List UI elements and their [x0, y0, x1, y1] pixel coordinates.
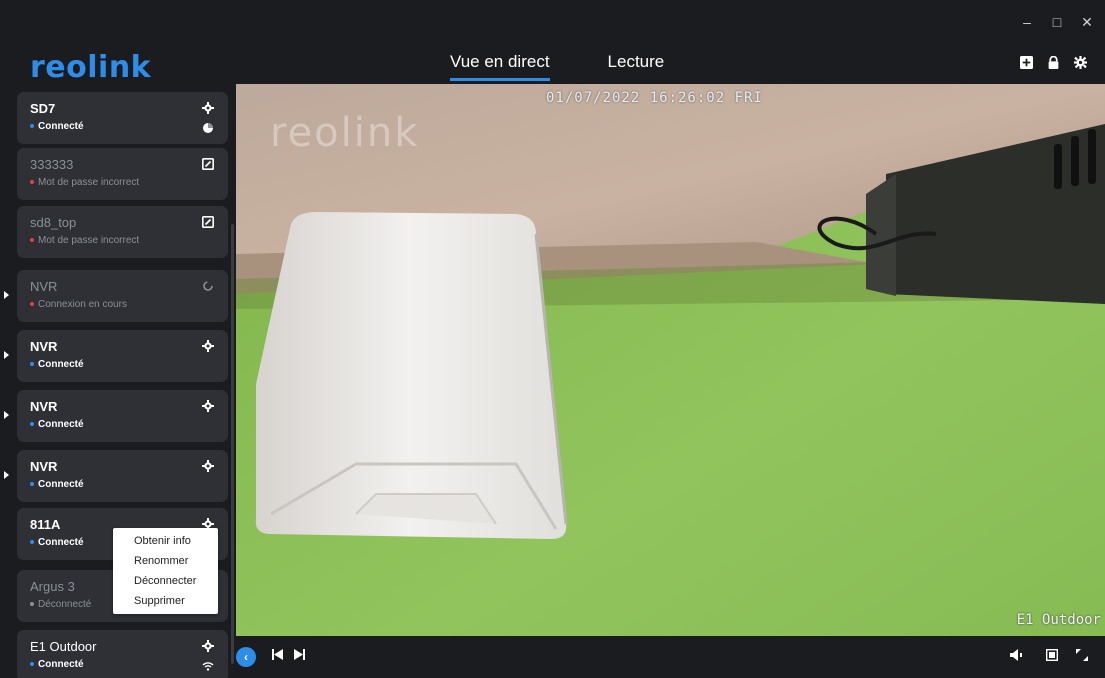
status-dot [30, 238, 34, 243]
device-status: Connexion en cours [30, 299, 127, 310]
close-button[interactable]: ✕ [1079, 14, 1095, 31]
video-timestamp: 01/07/2022 16:26:02 FRI [546, 90, 763, 106]
menu-item-get-info[interactable]: Obtenir info [113, 533, 218, 553]
volume-icon[interactable] [1010, 649, 1023, 661]
settings-gear-icon[interactable] [1074, 56, 1087, 69]
header-actions [1020, 56, 1087, 69]
status-dot [30, 362, 34, 367]
gear-icon[interactable] [202, 102, 214, 114]
previous-icon[interactable] [272, 649, 283, 660]
edit-icon[interactable] [202, 158, 214, 170]
device-context-menu: Obtenir info Renommer Déconnecter Suppri… [113, 528, 218, 614]
reolink-client-window: – □ ✕ reolink Vue en direct Lecture SD7 … [0, 0, 1105, 678]
collapse-sidebar-button[interactable]: ‹ [236, 647, 256, 667]
device-card-nvr[interactable]: NVR Connecté [4, 390, 228, 442]
device-status: Mot de passe incorrect [30, 235, 139, 246]
expand-arrow-icon[interactable] [4, 291, 9, 299]
device-card-sd8-top[interactable]: sd8_top Mot de passe incorrect [17, 206, 228, 258]
device-status: Mot de passe incorrect [30, 177, 139, 188]
reolink-watermark: reolink [270, 110, 420, 156]
device-status: Connecté [30, 479, 84, 490]
device-status: Connecté [30, 359, 84, 370]
device-name: sd8_top [30, 215, 77, 230]
device-card-nvr-connecting[interactable]: NVR Connexion en cours [4, 270, 228, 322]
minimize-button[interactable]: – [1019, 14, 1035, 31]
device-status: Connecté [30, 419, 84, 430]
loading-spinner-icon [203, 281, 213, 291]
tab-playback[interactable]: Lecture [608, 52, 665, 81]
tab-live-view[interactable]: Vue en direct [450, 52, 550, 81]
device-name: NVR [30, 279, 58, 294]
edit-icon[interactable] [202, 216, 214, 228]
app-header: reolink Vue en direct Lecture [0, 40, 1105, 85]
device-name: E1 Outdoor [30, 639, 97, 654]
device-status: Connecté [30, 537, 84, 548]
device-card-sd7[interactable]: SD7 Connecté [17, 92, 228, 144]
window-controls: – □ ✕ [1019, 14, 1095, 31]
next-icon[interactable] [294, 649, 305, 660]
device-name: Argus 3 [30, 579, 75, 594]
add-device-icon[interactable] [1020, 56, 1033, 69]
device-name: 333333 [30, 157, 74, 172]
window-view-icon[interactable] [1046, 649, 1058, 661]
status-dot [30, 302, 34, 307]
gear-icon[interactable] [202, 460, 214, 472]
device-card-nvr[interactable]: NVR Connecté [4, 450, 228, 502]
battery-icon [203, 123, 213, 133]
device-status: Connecté [30, 121, 84, 132]
expand-arrow-icon[interactable] [4, 351, 9, 359]
device-name: SD7 [30, 101, 56, 116]
lock-icon[interactable] [1047, 56, 1060, 69]
device-status: Déconnecté [30, 599, 91, 610]
status-dot [30, 482, 34, 487]
playback-toolbar: ‹ [236, 636, 1105, 678]
sidebar-scrollbar[interactable] [231, 224, 234, 664]
status-dot [30, 180, 34, 185]
device-card-e1-outdoor[interactable]: E1 Outdoor Connecté [17, 630, 228, 678]
device-card-nvr[interactable]: NVR Connecté [4, 330, 228, 382]
status-dot [30, 540, 34, 545]
reolink-logo: reolink [30, 50, 152, 85]
wifi-icon [202, 662, 214, 671]
live-video-view[interactable]: reolink 01/07/2022 16:26:02 FRI E1 Outdo… [236, 84, 1105, 636]
device-name: 811A [30, 517, 61, 532]
maximize-button[interactable]: □ [1049, 14, 1065, 31]
camera-feed-image [236, 84, 1105, 636]
expand-arrow-icon[interactable] [4, 471, 9, 479]
menu-item-disconnect[interactable]: Déconnecter [113, 573, 218, 593]
device-name: NVR [30, 459, 58, 474]
status-dot [30, 662, 34, 667]
status-dot [30, 602, 34, 607]
device-name: NVR [30, 399, 58, 414]
device-status: Connecté [30, 659, 84, 670]
status-dot [30, 124, 34, 129]
menu-item-rename[interactable]: Renommer [113, 553, 218, 573]
gear-icon[interactable] [202, 400, 214, 412]
gear-icon[interactable] [202, 340, 214, 352]
device-card-333333[interactable]: 333333 Mot de passe incorrect [17, 148, 228, 200]
fullscreen-icon[interactable] [1076, 649, 1088, 661]
gear-icon[interactable] [202, 640, 214, 652]
expand-arrow-icon[interactable] [4, 411, 9, 419]
camera-label: E1 Outdoor [1016, 612, 1101, 628]
device-name: NVR [30, 339, 58, 354]
main-tabs: Vue en direct Lecture [450, 52, 664, 81]
status-dot [30, 422, 34, 427]
menu-item-delete[interactable]: Supprimer [113, 593, 218, 613]
